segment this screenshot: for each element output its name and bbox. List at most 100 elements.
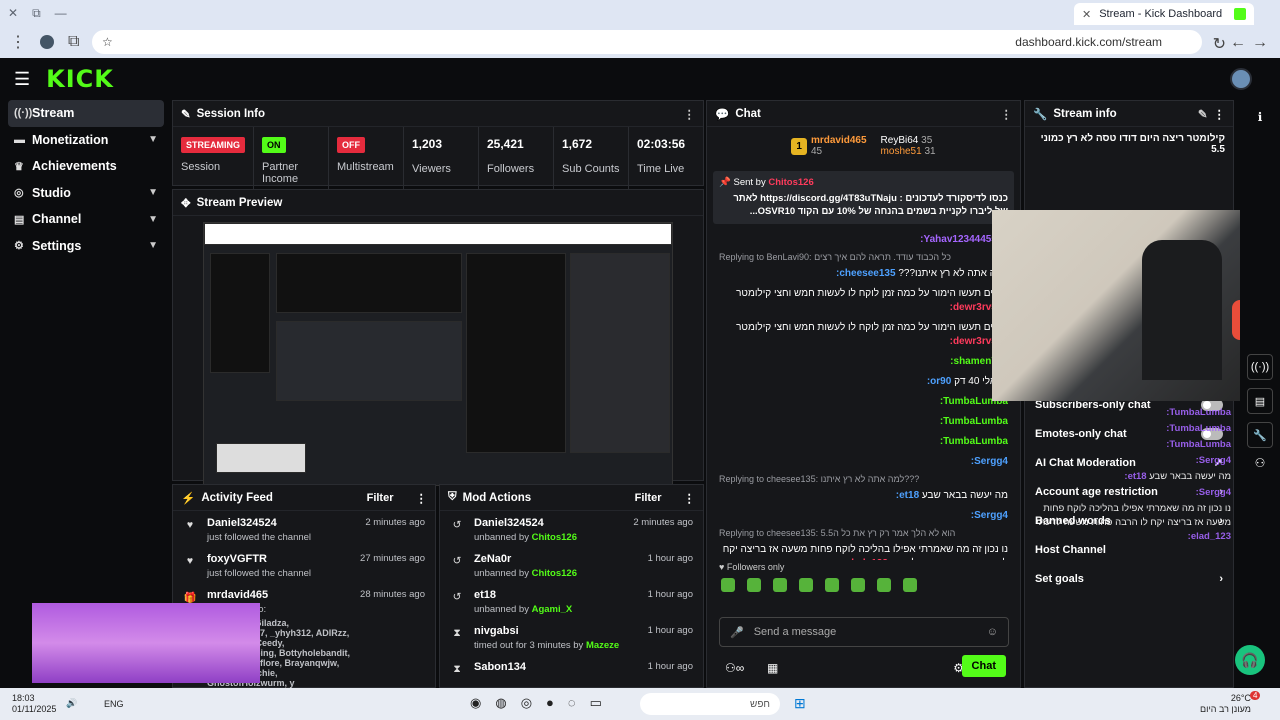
emote-icon[interactable] <box>799 578 813 592</box>
reload-icon[interactable]: ↻ <box>1213 34 1226 54</box>
stream-title[interactable]: קילומטר ריצה היום דודו טסה לא רץ כמוני 5… <box>1025 127 1233 161</box>
setting-row[interactable]: Set goals › <box>1025 564 1233 593</box>
mod-target-user[interactable]: et18 <box>474 589 638 601</box>
chat-username[interactable]: Sergg4: <box>971 456 1008 467</box>
close-window-icon[interactable]: ✕ <box>8 6 18 20</box>
emote-icon[interactable] <box>903 578 917 592</box>
sidebar-item-stream[interactable]: ((·)) Stream <box>8 100 164 127</box>
language-indicator[interactable]: ENG <box>104 699 124 709</box>
windows-start-icon[interactable]: ⊞ <box>794 695 806 712</box>
list-item: ⧗ Sabon134 1 hour ago <box>440 655 703 687</box>
emote-icon[interactable] <box>825 578 839 592</box>
more-options-icon[interactable]: ⋮ <box>416 491 428 505</box>
filter-button[interactable]: Filter <box>635 492 662 504</box>
sidebar-item-channel[interactable]: ▤ Channel ▼ <box>8 206 164 233</box>
panel-header: ✥ Stream Preview <box>173 190 703 216</box>
chat-username[interactable]: or90: <box>927 376 951 387</box>
activity-user[interactable]: mrdavid465 <box>207 589 350 601</box>
moderator-name[interactable]: Mazeze <box>586 640 619 651</box>
pinned-text[interactable]: כנסו לדיסקורד לעדכונים : https://discord… <box>719 192 1008 218</box>
restore-window-icon[interactable]: ⧉ <box>32 6 41 21</box>
chat-username[interactable]: elad_123: <box>842 558 888 560</box>
chrome-icon[interactable]: ◎ <box>521 695 532 711</box>
sidebar-item-achievements[interactable]: ♛ Achievements <box>8 153 164 180</box>
pinned-sender[interactable]: Chitos126 <box>768 177 813 188</box>
help-chat-icon[interactable]: 🎧 <box>1235 645 1265 675</box>
address-bar[interactable]: ☆ dashboard.kick.com/stream <box>92 30 1202 54</box>
store-icon[interactable]: ▦ <box>767 661 778 675</box>
community-dots-icon[interactable]: ⚇ <box>1240 456 1280 470</box>
sidebar-item-settings[interactable]: ⚙ Settings ▼ <box>8 233 164 260</box>
moderator-name[interactable]: Chitos126 <box>532 532 577 543</box>
broadcast-icon[interactable]: ((·)) <box>1247 354 1273 380</box>
activity-user[interactable]: Daniel324524 <box>207 517 355 529</box>
chat-log[interactable]: Yahav1234445556: Replying to BenLavi90: כ… <box>707 230 1020 560</box>
mod-time: 2 minutes ago <box>633 517 693 528</box>
info-icon[interactable]: ℹ <box>1240 110 1280 124</box>
more-options-icon[interactable]: ⋮ <box>684 107 696 121</box>
tab-close-icon[interactable]: ✕ <box>1082 8 1091 21</box>
gift-leaderboard: 1 mrdavid465 45 ReyBi64 35 moshe51 31 <box>707 127 1020 165</box>
moderator-name[interactable]: Chitos126 <box>532 568 577 579</box>
chat-username[interactable]: Sergg4: <box>971 510 1008 521</box>
mod-target-user[interactable]: nivgabsi <box>474 625 638 637</box>
activity-user[interactable]: foxyVGFTR <box>207 553 350 565</box>
status-badge[interactable]: ON <box>262 137 286 153</box>
sidebar-item-monetization[interactable]: ▬ Monetization ▼ <box>8 127 164 154</box>
extensions-icon[interactable]: ⧉ <box>68 33 79 51</box>
emote-icon[interactable] <box>773 578 787 592</box>
chat-username[interactable]: TumbaLumba: <box>940 436 1008 447</box>
more-options-icon[interactable]: ⋮ <box>1001 107 1013 121</box>
steam-icon[interactable]: ◉ <box>470 695 481 711</box>
send-chat-button[interactable]: Chat <box>961 655 1006 677</box>
chat-message: Yahav1234445556: <box>707 230 1020 250</box>
browser-tab[interactable]: ✕ Stream - Kick Dashboard <box>1074 3 1254 25</box>
microphone-icon[interactable]: 🎤 <box>730 626 744 639</box>
discord-icon[interactable]: ◍ <box>495 695 506 711</box>
notification-badge[interactable]: 4 <box>1250 691 1261 700</box>
layout-icon[interactable]: ▤ <box>1247 388 1273 414</box>
emote-icon[interactable] <box>851 578 865 592</box>
clock[interactable]: 18:03 01/11/2025 <box>12 693 56 715</box>
weather-widget[interactable]: 26°C מעונן רב היום <box>1200 693 1251 715</box>
minimize-window-icon[interactable]: — <box>55 6 67 20</box>
taskbar-search[interactable]: חפש <box>640 693 780 715</box>
emote-icon[interactable] <box>747 578 761 592</box>
stream-preview-video[interactable] <box>203 222 673 486</box>
menu-dots-icon[interactable]: ⋮ <box>10 32 26 52</box>
moderator-name[interactable]: Agami_X <box>532 604 573 615</box>
edit-icon[interactable]: ✎ <box>1198 107 1208 121</box>
hamburger-menu-icon[interactable]: ☰ <box>14 69 30 90</box>
leader-name[interactable]: ReyBi64 <box>881 135 919 146</box>
chat-input[interactable]: 🎤 Send a message ☺ <box>719 617 1009 647</box>
filter-button[interactable]: Filter <box>367 492 394 504</box>
volume-icon[interactable]: 🔊 <box>66 698 77 709</box>
status-badge[interactable]: OFF <box>337 137 365 153</box>
forward-icon[interactable]: → <box>1252 34 1268 52</box>
more-options-icon[interactable]: ⋮ <box>1214 107 1226 121</box>
emote-icon[interactable] <box>721 578 735 592</box>
spotify-icon[interactable]: ● <box>546 695 554 711</box>
mod-target-user[interactable]: Daniel324524 <box>474 517 623 529</box>
leader-name[interactable]: moshe51 <box>881 146 922 157</box>
chat-username[interactable]: et18: <box>896 490 919 501</box>
chat-username[interactable]: TumbaLumba: <box>940 416 1008 427</box>
files-icon[interactable]: ▭ <box>590 695 602 711</box>
user-avatar[interactable] <box>1230 68 1252 90</box>
sidebar-item-studio[interactable]: ◎ Studio ▼ <box>8 180 164 207</box>
more-options-icon[interactable]: ⋮ <box>684 491 696 505</box>
emote-icon[interactable] <box>877 578 891 592</box>
back-icon[interactable]: ← <box>1230 34 1246 52</box>
wrench-tool-icon[interactable]: 🔧 <box>1247 422 1273 448</box>
app-icon[interactable]: ◌ <box>568 695 576 711</box>
kick-logo[interactable]: KICK <box>46 65 114 93</box>
leader-name[interactable]: mrdavid465 <box>811 135 867 146</box>
chat-message: מודים תעשו הימור על כמה זמן לוקח לו לעשו… <box>707 318 1020 352</box>
emoji-icon[interactable]: ☺ <box>987 626 998 638</box>
profile-icon[interactable] <box>40 35 54 49</box>
mod-target-user[interactable]: Sabon134 <box>474 661 638 673</box>
chat-username[interactable]: cheesee135: <box>836 268 896 279</box>
mod-target-user[interactable]: ZeNa0r <box>474 553 638 565</box>
community-icon[interactable]: ⚇∞ <box>725 661 744 675</box>
bookmark-star-icon[interactable]: ☆ <box>102 35 113 49</box>
